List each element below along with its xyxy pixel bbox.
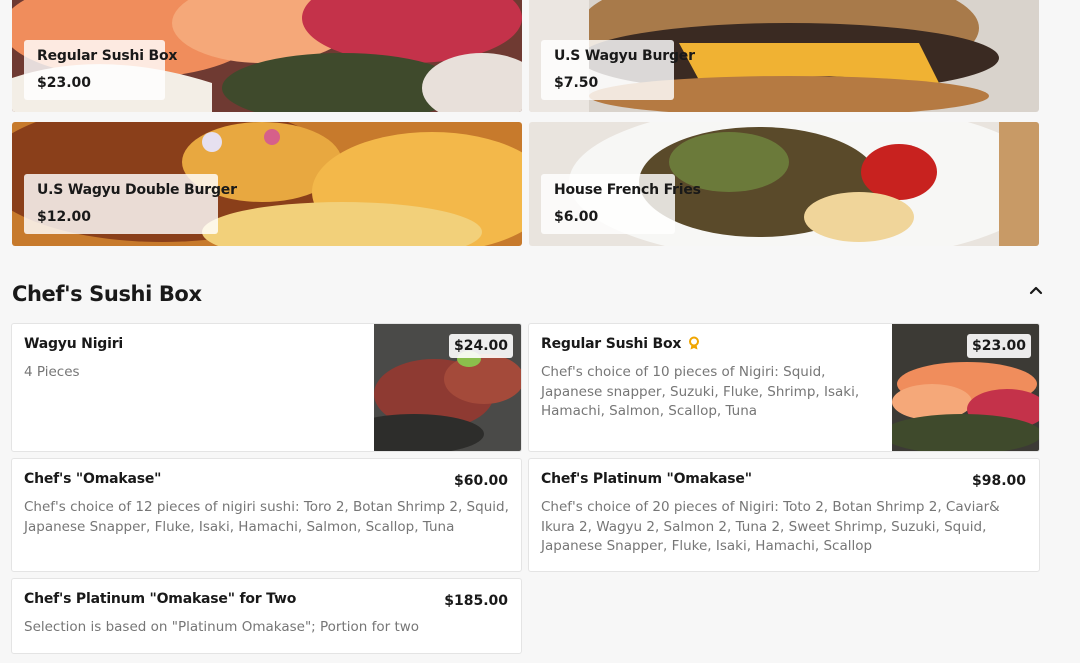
tile-name: U.S Wagyu Double Burger	[37, 182, 237, 198]
item-photo: $24.00	[374, 324, 521, 451]
tile-name: Regular Sushi Box	[37, 48, 178, 64]
menu-item-wagyu-nigiri[interactable]: Wagyu Nigiri 4 Pieces $24.00	[11, 323, 522, 452]
tile-caption: U.S Wagyu Double Burger $12.00	[24, 174, 237, 234]
item-price: $23.00	[966, 334, 1031, 358]
tile-name: House French Fries	[554, 182, 701, 198]
item-price: $24.00	[448, 334, 513, 358]
tile-price: $12.00	[37, 209, 92, 225]
tile-caption: House French Fries $6.00	[541, 174, 701, 234]
section-title: Chef's Sushi Box	[12, 282, 202, 306]
item-description: Selection is based on "Platinum Omakase"…	[24, 619, 420, 635]
item-price: $185.00	[444, 593, 508, 609]
item-name-text: Regular Sushi Box	[541, 336, 682, 352]
menu-item-regular-sushi-box[interactable]: Regular Sushi Box Chef's choice of 10 pi…	[528, 323, 1040, 452]
award-icon	[687, 336, 701, 350]
item-price: $60.00	[453, 473, 508, 489]
tile-price: $7.50	[554, 75, 599, 91]
chevron-up-icon[interactable]	[1025, 280, 1047, 302]
item-description: Chef's choice of 12 pieces of nigiri sus…	[24, 499, 509, 535]
item-name: Chef's Platinum "Omakase" for Two	[24, 591, 297, 607]
item-name: Wagyu Nigiri	[24, 336, 124, 352]
menu-item-chefs-omakase[interactable]: Chef's "Omakase" $60.00 Chef's choice of…	[11, 458, 522, 572]
menu-tile-wagyu-burger[interactable]: U.S Wagyu Burger $7.50	[529, 0, 1039, 112]
item-description: 4 Pieces	[24, 364, 80, 380]
menu-tile-wagyu-double-burger[interactable]: U.S Wagyu Double Burger $12.00	[12, 122, 522, 246]
item-description: Chef's choice of 20 pieces of Nigiri: To…	[541, 499, 1000, 554]
item-photo: $23.00	[892, 324, 1039, 451]
tile-name: U.S Wagyu Burger	[554, 48, 695, 64]
menu-tile-regular-sushi-box[interactable]: Regular Sushi Box $23.00	[12, 0, 522, 112]
tile-caption: Regular Sushi Box $23.00	[24, 40, 178, 100]
menu-item-platinum-omakase-for-two[interactable]: Chef's Platinum "Omakase" for Two $185.0…	[11, 578, 522, 654]
tile-caption: U.S Wagyu Burger $7.50	[541, 40, 695, 100]
menu-item-chefs-platinum-omakase[interactable]: Chef's Platinum "Omakase" $98.00 Chef's …	[528, 458, 1040, 572]
item-price: $98.00	[971, 473, 1026, 489]
item-name: Regular Sushi Box	[541, 336, 701, 352]
menu-tile-french-fries[interactable]: House French Fries $6.00	[529, 122, 1039, 246]
tile-price: $6.00	[554, 209, 599, 225]
item-name: Chef's "Omakase"	[24, 471, 162, 487]
item-description: Chef's choice of 10 pieces of Nigiri: Sq…	[541, 364, 860, 419]
item-name: Chef's Platinum "Omakase"	[541, 471, 752, 487]
tile-price: $23.00	[37, 75, 92, 91]
